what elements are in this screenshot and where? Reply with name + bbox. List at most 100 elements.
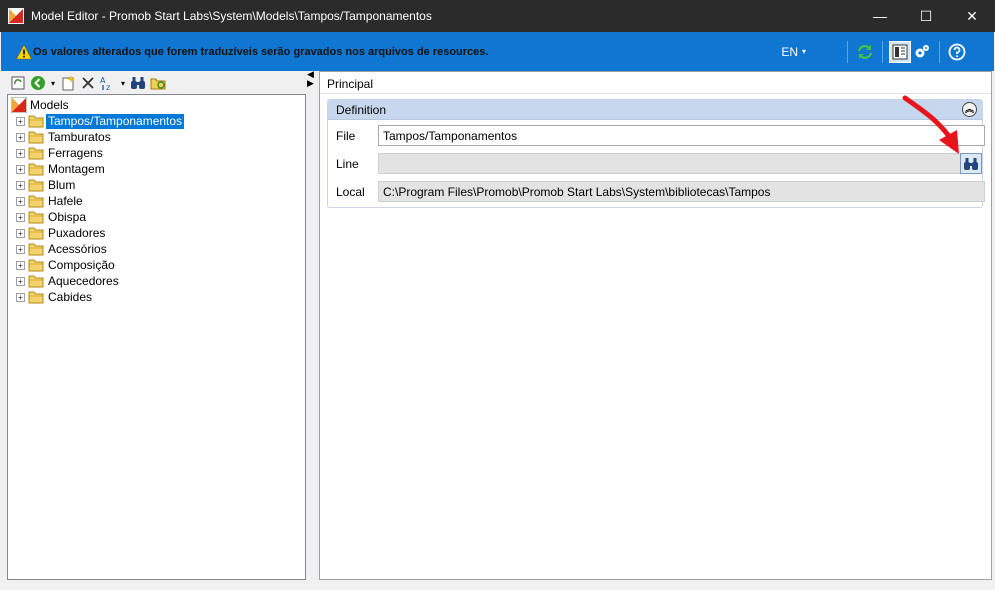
tree-node-label: Tampos/Tamponamentos [46, 113, 185, 129]
toolbar-separator [939, 40, 940, 63]
tree-node[interactable]: + Tampos/Tamponamentos [16, 113, 185, 129]
tree-node-label: Tamburatos [48, 129, 111, 144]
folder-icon [28, 291, 44, 304]
collapse-group-button[interactable]: ︽ [962, 102, 977, 117]
expand-icon[interactable]: + [16, 228, 25, 238]
folder-refresh-button[interactable] [148, 73, 168, 93]
back-icon [31, 76, 45, 90]
window-title: Model Editor - Promob Start Labs\System\… [31, 9, 432, 23]
expand-icon[interactable]: + [16, 148, 25, 158]
window-title-bar: Model Editor - Promob Start Labs\System\… [0, 0, 995, 32]
reload-button[interactable] [8, 73, 28, 93]
expand-icon[interactable]: + [16, 180, 25, 190]
refresh-icon [11, 76, 25, 90]
settings-icon [915, 44, 929, 57]
details-panel: Principal Definition ︽ File Tampos/Tampo… [319, 71, 992, 580]
folder-icon [28, 195, 44, 208]
minimize-icon: — [873, 8, 887, 24]
tree-node[interactable]: + Acessórios [16, 241, 109, 257]
folder-icon [28, 243, 44, 256]
folder-icon [28, 115, 44, 128]
back-dropdown[interactable]: ▾ [48, 73, 58, 93]
language-label: EN [781, 44, 798, 59]
find-icon [131, 77, 145, 89]
tree-node[interactable]: + Montagem [16, 161, 107, 177]
help-button[interactable] [946, 41, 968, 63]
expand-icon[interactable]: + [16, 244, 25, 254]
splitter-toggle[interactable]: ◀ ▶ [307, 70, 317, 90]
expand-icon[interactable]: + [16, 132, 25, 142]
expand-icon[interactable]: + [16, 212, 25, 222]
local-field[interactable]: C:\Program Files\Promob\Promob Start Lab… [378, 181, 985, 202]
new-item-button[interactable] [58, 73, 78, 93]
info-message: Os valores alterados que forem traduzíve… [33, 45, 489, 58]
local-row: Local C:\Program Files\Promob\Promob Sta… [336, 181, 985, 203]
refresh-icon [857, 44, 873, 59]
expand-icon[interactable]: + [16, 196, 25, 206]
definition-group-header[interactable]: Definition ︽ [328, 100, 982, 120]
tab-principal[interactable]: Principal [327, 77, 373, 91]
close-button[interactable]: ✕ [949, 0, 995, 32]
models-tree[interactable]: Models + Tampos/Tamponamentos + Tamburatos +… [7, 94, 306, 580]
folder-icon [28, 211, 44, 224]
sort-dropdown[interactable]: ▾ [118, 73, 128, 93]
maximize-button[interactable]: ☐ [903, 0, 949, 32]
settings-button[interactable] [911, 41, 933, 63]
group-title: Definition [336, 102, 387, 117]
file-field[interactable]: Tampos/Tamponamentos [378, 125, 985, 146]
minimize-button[interactable]: — [857, 0, 903, 32]
folder-refresh-icon [150, 78, 166, 90]
tree-toolbar: ▾ A z ▾ [8, 71, 308, 95]
svg-text:z: z [106, 83, 110, 91]
toolbar-separator [847, 40, 848, 63]
tree-node-label: Puxadores [48, 225, 106, 240]
find-button[interactable] [128, 73, 148, 93]
tree-node[interactable]: + Hafele [16, 193, 85, 209]
warning-icon [16, 43, 32, 59]
language-dropdown[interactable]: EN ▾ [781, 45, 806, 59]
app-logo-icon [8, 8, 24, 24]
delete-icon [82, 77, 94, 89]
local-label: Local [336, 185, 365, 199]
back-button[interactable] [28, 73, 48, 93]
expand-icon[interactable]: + [16, 260, 25, 270]
tree-node[interactable]: + Cabides [16, 289, 94, 305]
layout-button[interactable] [889, 40, 911, 63]
tree-node[interactable]: + Puxadores [16, 225, 107, 241]
folder-icon [28, 275, 44, 288]
tree-node[interactable]: + Tamburatos [16, 129, 113, 145]
expand-icon[interactable]: + [16, 116, 25, 126]
tree-node[interactable]: + Blum [16, 177, 77, 193]
line-label: Line [336, 157, 359, 171]
folder-icon [28, 147, 44, 160]
folder-icon [28, 163, 44, 176]
expand-icon[interactable]: + [16, 276, 25, 286]
file-label: File [336, 129, 356, 143]
tree-node-label: Acessórios [48, 241, 107, 256]
dropdown-caret-icon: ▾ [50, 78, 55, 88]
new-item-icon [62, 75, 75, 91]
tree-root[interactable]: Models [11, 97, 69, 113]
folder-icon [28, 179, 44, 192]
tree-node[interactable]: + Ferragens [16, 145, 105, 161]
tree-node[interactable]: + Aquecedores [16, 273, 121, 289]
tree-node-label: Aquecedores [48, 273, 119, 288]
expand-icon[interactable]: + [16, 292, 25, 302]
tree-node[interactable]: + Obispa [16, 209, 88, 225]
delete-button[interactable] [78, 73, 98, 93]
info-bar: Os valores alterados que forem traduzíve… [1, 32, 994, 71]
tree-node-label: Cabides [48, 289, 93, 304]
definition-group: Definition ︽ File Tampos/Tamponamentos L… [327, 99, 985, 208]
sync-button[interactable] [854, 41, 876, 63]
tree-node-label: Blum [48, 177, 76, 192]
line-find-button[interactable] [960, 153, 982, 174]
sort-button[interactable]: A z [98, 73, 118, 93]
tree-node[interactable]: + Composição [16, 257, 117, 273]
panel-layout-icon [892, 44, 908, 59]
models-icon [11, 97, 27, 113]
expand-icon[interactable]: + [16, 164, 25, 174]
line-field[interactable] [378, 153, 961, 174]
help-icon [948, 43, 966, 60]
double-chevron-up-icon: ︽ [964, 104, 974, 114]
folder-icon [28, 227, 44, 240]
